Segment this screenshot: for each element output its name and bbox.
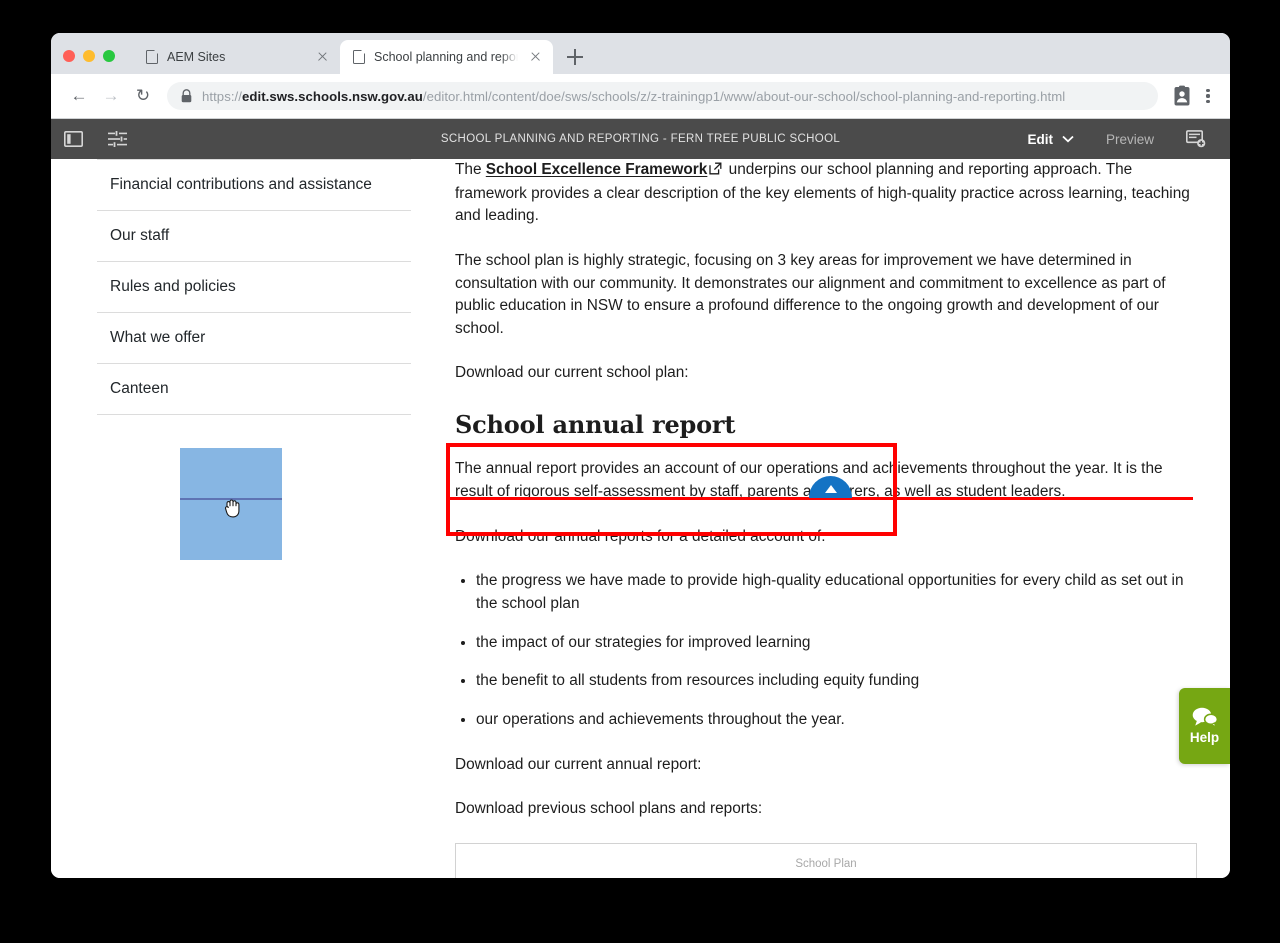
close-icon[interactable] [527, 49, 543, 65]
list-item: the progress we have made to provide hig… [476, 570, 1197, 615]
mode-selector-label: Edit [1027, 131, 1053, 147]
sidebar-item-label: Our staff [110, 227, 170, 244]
section-navigation: Financial contributions and assistance O… [97, 159, 411, 415]
sidebar-item-label: Canteen [110, 380, 169, 397]
aem-toolbar-actions: Edit Preview [1015, 119, 1230, 159]
heading-school-annual-report: School annual report [455, 410, 736, 440]
grabbing-hand-cursor [224, 499, 240, 518]
reload-button[interactable]: ↻ [129, 82, 157, 110]
sidebar-item-label: Rules and policies [110, 278, 236, 295]
sidebar-item-label: Financial contributions and assistance [110, 176, 372, 193]
drag-insert-line [180, 498, 282, 500]
paragraph-text: The [455, 161, 486, 178]
external-link-icon [709, 160, 722, 183]
browser-window: AEM Sites School planning and reporting … [51, 33, 1230, 878]
tab-title: AEM Sites [167, 50, 226, 64]
sidebar-item-our-staff[interactable]: Our staff [97, 210, 411, 261]
paragraph-school-plan-strategy: The school plan is highly strategic, foc… [455, 251, 1166, 337]
address-bar[interactable]: https://edit.sws.schools.nsw.gov.au/edit… [167, 82, 1158, 110]
dragged-component-ghost [180, 448, 282, 560]
component-school-plan[interactable]: School Plan 2018-2020 School Plan (PDF 4… [455, 842, 1197, 878]
preview-button[interactable]: Preview [1090, 119, 1170, 159]
annual-report-bullet-list: the progress we have made to provide hig… [455, 570, 1197, 731]
browser-tab-aem-sites[interactable]: AEM Sites [133, 40, 340, 74]
paragraph-framework: The School Excellence Framework underpin… [455, 159, 1197, 228]
link-school-excellence-framework[interactable]: School Excellence Framework [486, 161, 708, 178]
mode-selector-edit[interactable]: Edit [1015, 119, 1086, 159]
maximize-window-button[interactable] [103, 50, 115, 62]
page-icon [146, 49, 159, 64]
address-bar-url: https://edit.sws.schools.nsw.gov.au/edit… [202, 88, 1066, 104]
close-icon[interactable] [314, 49, 330, 65]
sidebar-item-canteen[interactable]: Canteen [97, 363, 411, 415]
page-icon [353, 49, 366, 64]
paragraph-download-current-annual-report: Download our current annual report: [455, 755, 702, 773]
list-item: the impact of our strategies for improve… [476, 632, 1197, 655]
window-controls [63, 50, 115, 62]
sidebar-item-what-we-offer[interactable]: What we offer [97, 312, 411, 363]
page-canvas: Financial contributions and assistance O… [51, 159, 1230, 878]
list-item: the benefit to all students from resourc… [476, 670, 1197, 693]
paragraph-download-current-school-plan: Download our current school plan: [455, 364, 689, 382]
paragraph-annual-report-description: The annual report provides an account of… [455, 460, 1163, 501]
back-button[interactable]: ← [65, 82, 93, 110]
paragraph-download-previous-plans: Download previous school plans and repor… [455, 800, 763, 818]
sidebar-item-rules-and-policies[interactable]: Rules and policies [97, 261, 411, 312]
tab-title: School planning and reporting [374, 50, 518, 64]
lock-icon [181, 89, 192, 103]
browser-toolbar: ← → ↻ https://edit.sws.schools.nsw.gov.a… [51, 74, 1230, 119]
page-content: The School Excellence Framework underpin… [455, 159, 1197, 878]
profile-card-icon[interactable] [1170, 84, 1194, 108]
paragraph-download-annual-reports: Download our annual reports for a detail… [455, 527, 826, 545]
help-button[interactable]: Help [1179, 688, 1230, 764]
side-panel-toggle-icon[interactable] [51, 119, 95, 159]
sidebar-item-financial-contributions[interactable]: Financial contributions and assistance [97, 159, 411, 210]
minimize-window-button[interactable] [83, 50, 95, 62]
help-label: Help [1189, 730, 1220, 745]
kebab-menu-icon[interactable] [1198, 88, 1218, 104]
component-label: School Plan [795, 857, 857, 870]
browser-tab-strip: AEM Sites School planning and reporting [51, 33, 1230, 74]
new-tab-button[interactable] [561, 43, 589, 71]
list-item: our operations and achievements througho… [476, 709, 1197, 732]
chat-bubbles-icon [1192, 707, 1218, 727]
chevron-down-icon [1062, 135, 1074, 143]
aem-editor-toolbar: SCHOOL PLANNING AND REPORTING - FERN TRE… [51, 119, 1230, 159]
browser-tab-school-planning[interactable]: School planning and reporting [340, 40, 553, 74]
forward-button[interactable]: → [97, 82, 125, 110]
page-properties-icon[interactable] [95, 119, 139, 159]
annotate-icon[interactable] [1174, 119, 1218, 159]
close-window-button[interactable] [63, 50, 75, 62]
sidebar-item-label: What we offer [110, 329, 206, 346]
